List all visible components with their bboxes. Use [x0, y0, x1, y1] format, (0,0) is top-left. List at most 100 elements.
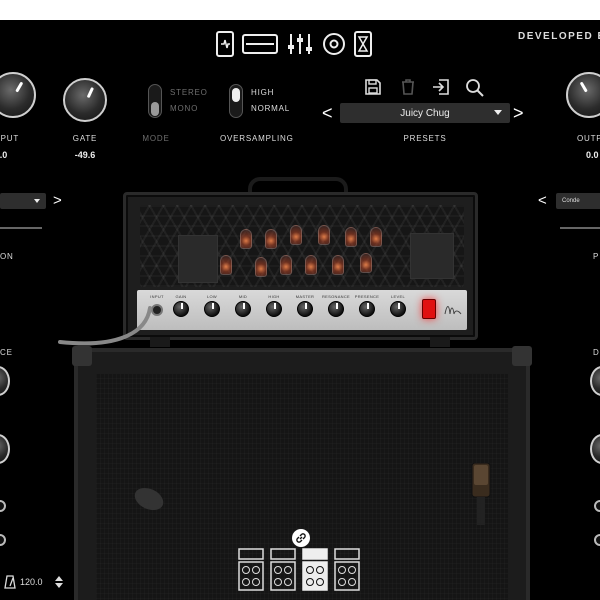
amp-grille [140, 205, 464, 287]
gate-value: -49.6 [74, 150, 96, 160]
amp-presence-knob[interactable] [359, 301, 375, 317]
right-side-select-value: Conde [562, 198, 580, 204]
amp-control-panel: INPUT GAIN LOW MID HIGH MASTER RESONANCE… [137, 290, 467, 330]
chevron-down-icon [34, 199, 40, 203]
left-side-select[interactable] [0, 193, 46, 209]
signature-logo-icon [444, 306, 462, 315]
right-label-2: D [593, 348, 600, 357]
eq-icon[interactable] [286, 30, 314, 58]
delete-preset-icon[interactable] [399, 78, 417, 101]
top-strip [0, 0, 600, 20]
input-value: 0.0 [0, 150, 8, 160]
tube [220, 255, 232, 275]
cabinet-thumb-icon [238, 548, 264, 591]
amp-label-high: HIGH [268, 294, 280, 299]
cabinet-thumb-icon [334, 548, 360, 591]
import-preset-icon[interactable] [431, 78, 451, 101]
left-knob-1[interactable] [0, 366, 10, 396]
tube [345, 227, 357, 247]
tube [255, 257, 267, 277]
cab-selector-3-selected[interactable] [302, 548, 328, 592]
input-label: INPUT [0, 134, 19, 143]
left-knob-2[interactable] [0, 434, 10, 464]
amp-label-mid: MID [238, 294, 248, 299]
tube [332, 255, 344, 275]
tube [318, 225, 330, 245]
save-preset-icon[interactable] [364, 78, 382, 101]
gate-label: GATE [72, 134, 98, 143]
header-nav [216, 30, 372, 58]
cab-side-handle [131, 483, 167, 515]
left-label-2: CE [0, 348, 13, 357]
oversampling-switch[interactable] [229, 84, 243, 118]
tube [305, 255, 317, 275]
amp-label-resonance: RESONANCE [321, 294, 351, 299]
tuner-icon[interactable] [216, 30, 234, 58]
right-knob-2[interactable] [590, 434, 600, 464]
tube [240, 229, 252, 249]
amp-head-icon[interactable] [242, 30, 278, 58]
amp-resonance-knob[interactable] [328, 301, 344, 317]
right-side-select[interactable]: Conde [556, 193, 600, 209]
amp-high-knob[interactable] [266, 301, 282, 317]
chevron-down-icon [494, 110, 502, 115]
left-divider [0, 227, 42, 229]
amp-label-low: LOW [206, 294, 217, 299]
bpm-value[interactable]: 120.0 [20, 577, 43, 587]
cabinet-thumb-icon [270, 548, 296, 591]
power-switch[interactable] [422, 299, 436, 319]
oversampling-normal-option[interactable]: NORMAL [251, 104, 291, 113]
link-button[interactable] [292, 529, 310, 547]
right-toggle-1[interactable] [594, 500, 600, 512]
amp-low-knob[interactable] [204, 301, 220, 317]
right-divider [560, 227, 600, 229]
amp-gain-knob[interactable] [173, 301, 189, 317]
amp-label-level: LEVEL [391, 294, 405, 299]
tube [370, 227, 382, 247]
guitar-cable-icon [58, 306, 152, 346]
preset-dropdown[interactable]: Juicy Chug [340, 103, 510, 123]
amp-level-knob[interactable] [390, 301, 406, 317]
preset-next-button[interactable]: > [513, 104, 524, 122]
right-knob-1[interactable] [590, 366, 600, 396]
cab-selector-2[interactable] [270, 548, 296, 592]
oversampling-label: OVERSAMPLING [220, 134, 294, 143]
preset-prev-button[interactable]: < [322, 104, 333, 122]
bpm-stepper-icon[interactable] [54, 575, 64, 589]
mode-stereo-option[interactable]: STEREO [170, 88, 207, 97]
output-value: 0.0 [586, 150, 599, 160]
tube [280, 255, 292, 275]
cabinet-icon[interactable] [322, 30, 346, 58]
mode-switch[interactable] [148, 84, 162, 118]
developed-by-label: DEVELOPED BY [518, 31, 600, 42]
metronome-icon[interactable] [4, 575, 16, 589]
timer-icon[interactable] [354, 30, 372, 58]
left-toggle-2[interactable] [0, 534, 6, 546]
cab-selector-4[interactable] [334, 548, 360, 592]
output-knob[interactable] [566, 72, 600, 118]
output-label: OUTPUT [577, 134, 600, 143]
left-side-next-button[interactable]: > [53, 192, 62, 210]
cab-corner [72, 346, 92, 366]
transformer-left [178, 235, 218, 283]
cab-selector-1[interactable] [238, 548, 264, 592]
oversampling-high-option[interactable]: HIGH [251, 88, 287, 97]
amp-master-knob[interactable] [297, 301, 313, 317]
right-side-prev-button[interactable]: < [538, 192, 547, 210]
mode-mono-option[interactable]: MONO [170, 104, 206, 113]
microphone-icon[interactable] [471, 463, 491, 527]
mode-label: MODE [142, 134, 170, 143]
amp-label-presence: PRESENCE [354, 294, 380, 299]
cab-corner [512, 346, 532, 366]
right-toggle-2[interactable] [594, 534, 600, 546]
amp-mid-knob[interactable] [235, 301, 251, 317]
amp-label-master: MASTER [295, 294, 315, 299]
tube [265, 229, 277, 249]
amp-foot-right [430, 337, 450, 347]
left-toggle-1[interactable] [0, 500, 6, 512]
input-knob[interactable] [0, 72, 36, 118]
search-preset-icon[interactable] [465, 78, 485, 103]
amp-head: INPUT GAIN LOW MID HIGH MASTER RESONANCE… [123, 192, 478, 340]
gate-knob[interactable] [63, 78, 107, 122]
preset-current: Juicy Chug [400, 107, 450, 119]
